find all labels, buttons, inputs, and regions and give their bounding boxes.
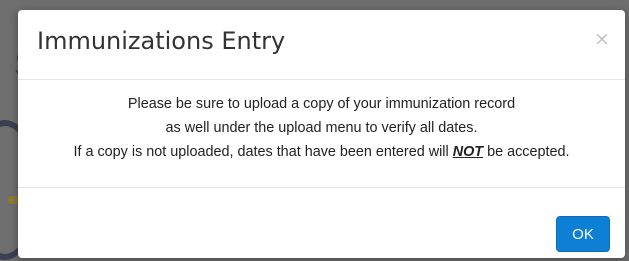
message-emphasis-not: NOT [452,144,484,160]
close-icon[interactable]: × [591,28,613,50]
modal-header: Immunizations Entry × [18,10,625,80]
modal-footer: OK [18,188,625,258]
message-line-2: as well under the upload menu to verify … [165,120,478,136]
immunizations-modal: Immunizations Entry × Please be sure to … [18,10,625,258]
message-line-3-start: If a copy is not uploaded, dates that ha… [73,144,453,160]
ok-button[interactable]: OK [556,216,610,252]
message-line-3: If a copy is not uploaded, dates that ha… [18,144,625,160]
message-line-3-end: be accepted. [483,144,570,160]
message-line-1: Please be sure to upload a copy of your … [127,96,516,112]
modal-title: Immunizations Entry [37,27,286,55]
modal-body: Please be sure to upload a copy of your … [18,80,625,188]
